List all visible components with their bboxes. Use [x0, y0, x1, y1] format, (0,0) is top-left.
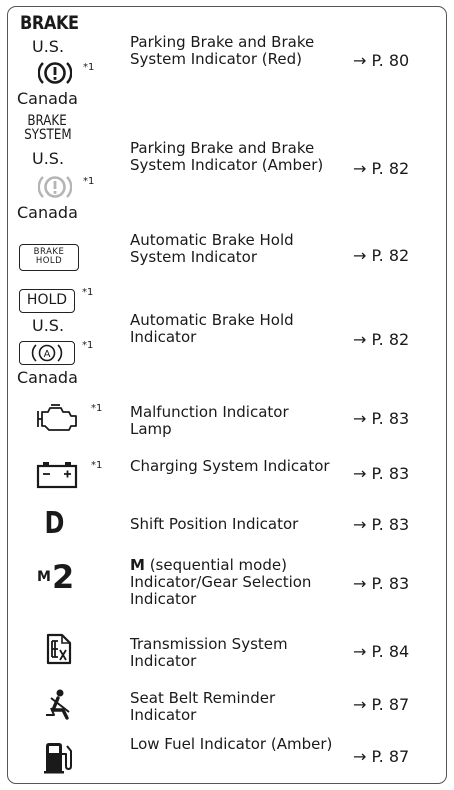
system-label: SYSTEM [24, 127, 72, 143]
shift-position-icon: D [44, 506, 65, 541]
page-reference-link[interactable]: → P. 84 [353, 643, 409, 661]
indicator-row-transmission: Transmission System Indicator → P. 84 [0, 622, 454, 678]
indicator-description: Malfunction Indicator Lamp [130, 403, 289, 438]
canada-label: Canada [17, 89, 78, 108]
page-reference-link[interactable]: → P. 83 [353, 410, 409, 428]
page-reference-link[interactable]: → P. 82 [353, 331, 409, 349]
transmission-system-icon [46, 633, 72, 665]
footnote-mark: *1 [82, 287, 94, 298]
canada-label: Canada [17, 203, 78, 222]
indicator-row-brake-hold-system: BRAKE HOLD Automatic Brake Hold System I… [0, 228, 454, 286]
indicator-row-brake-hold: HOLD *1 U.S. A *1 Canada Automatic Brake… [0, 286, 454, 390]
m-label: M [37, 569, 51, 585]
indicator-description: Seat Belt Reminder Indicator [130, 689, 276, 724]
indicator-row-brake-red: BRAKE U.S. *1 Canada Parking Brake and B… [0, 0, 454, 110]
page-reference-link[interactable]: → P. 83 [353, 465, 409, 483]
gear-number: 2 [52, 558, 75, 596]
indicator-row-charging: *1 Charging System Indicator → P. 83 [0, 446, 454, 502]
indicator-row-sequential-mode: M 2 M (sequential mode) Indicator/Gear S… [0, 552, 454, 622]
description-text: (sequential mode) Indicator/Gear Selecti… [130, 556, 312, 608]
indicator-row-seat-belt: Seat Belt Reminder Indicator → P. 87 [0, 678, 454, 732]
indicator-row-shift-position: D Shift Position Indicator → P. 83 [0, 502, 454, 552]
svg-text:A: A [44, 349, 51, 360]
mode-letter: M [130, 556, 145, 574]
hold-label: HOLD [26, 292, 68, 308]
page-reference-link[interactable]: → P. 82 [353, 160, 409, 178]
indicator-description: Automatic Brake Hold System Indicator [130, 231, 294, 266]
indicator-description: Parking Brake and Brake System Indicator… [130, 139, 324, 174]
indicator-description: Low Fuel Indicator (Amber) [130, 735, 333, 753]
page-reference-link[interactable]: → P. 83 [353, 516, 409, 534]
indicator-description: Automatic Brake Hold Indicator [130, 311, 294, 346]
indicator-description: Shift Position Indicator [130, 515, 299, 533]
indicator-description: Transmission System Indicator [130, 635, 288, 670]
brake-label: BRAKE [27, 113, 67, 129]
footnote-mark: *1 [83, 62, 95, 73]
hold-label: HOLD [35, 256, 63, 266]
hold-icon: HOLD [19, 289, 75, 313]
automatic-brake-hold-icon: A [19, 341, 75, 365]
engine-malfunction-icon [37, 404, 77, 431]
footnote-mark: *1 [91, 460, 103, 471]
us-label: U.S. [32, 37, 65, 56]
page-reference-link[interactable]: → P. 87 [353, 696, 409, 714]
footnote-mark: *1 [82, 340, 94, 351]
automatic-brake-hold-system-icon: BRAKE HOLD [19, 244, 79, 271]
indicator-description: Charging System Indicator [130, 457, 330, 475]
footnote-mark: *1 [83, 176, 95, 187]
canada-label: Canada [17, 368, 78, 387]
indicator-description: Parking Brake and Brake System Indicator… [130, 33, 315, 68]
indicator-row-malfunction: *1 Malfunction Indicator Lamp → P. 83 [0, 390, 454, 446]
page-reference-link[interactable]: → P. 80 [353, 52, 409, 70]
us-label: U.S. [32, 149, 65, 168]
indicator-row-low-fuel: Low Fuel Indicator (Amber) → P. 87 [0, 732, 454, 786]
indicator-description: M (sequential mode) Indicator/Gear Selec… [130, 557, 342, 608]
indicator-row-brake-amber: BRAKE SYSTEM U.S. *1 Canada Parking Brak… [0, 110, 454, 228]
page-reference-link[interactable]: → P. 87 [353, 748, 409, 766]
brake-system-red-icon [38, 62, 72, 84]
footnote-mark: *1 [91, 403, 103, 414]
brake-label: BRAKE [20, 12, 79, 34]
seat-belt-reminder-icon [46, 689, 70, 720]
page-reference-link[interactable]: → P. 82 [353, 247, 409, 265]
low-fuel-icon [44, 743, 72, 774]
a-in-circle-icon: A [31, 344, 63, 362]
us-label: U.S. [32, 316, 65, 335]
battery-charging-icon [36, 462, 78, 489]
brake-system-amber-icon [38, 176, 72, 198]
page-reference-link[interactable]: → P. 83 [353, 575, 409, 593]
